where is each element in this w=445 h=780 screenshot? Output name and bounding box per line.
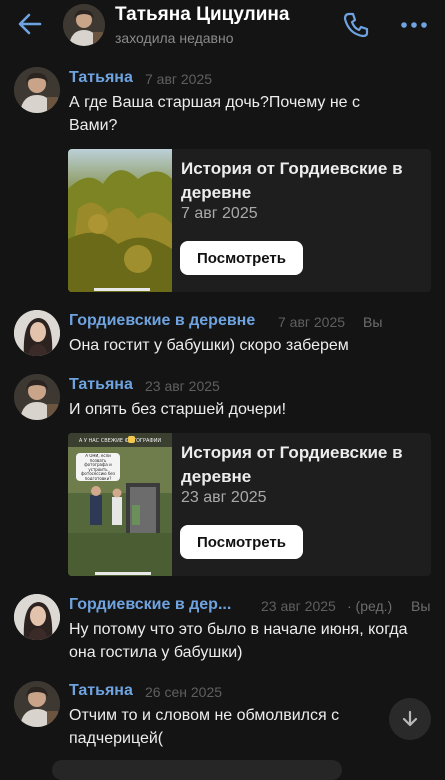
story-date: 7 авг 2025	[181, 205, 258, 222]
back-arrow-icon	[18, 13, 42, 35]
message-text: Отчим то и словом не обмолвился с падчер…	[69, 707, 340, 747]
phone-icon	[343, 12, 369, 38]
contact-name[interactable]: Татьяна Цицулина	[115, 4, 289, 26]
story-title: История от Гордиевские в деревне	[181, 443, 403, 486]
sender-name[interactable]: Татьяна	[69, 682, 133, 700]
story-image	[68, 149, 172, 292]
contact-status: заходила недавно	[115, 30, 234, 46]
you-label: Вы	[363, 314, 383, 330]
sender-name[interactable]: Татьяна	[69, 376, 133, 394]
message-date: 23 авг 2025	[145, 378, 220, 394]
sender-avatar[interactable]	[14, 374, 60, 420]
story-card[interactable]: А У НАС СВЕЖИЕ ФОТОГРАФИИ А ОНИ, если по…	[68, 433, 431, 576]
message-text: Ну потому что это было в начале июня, ко…	[69, 621, 408, 661]
message-input[interactable]	[52, 760, 342, 780]
you-label: Вы	[411, 598, 431, 614]
avatar-photo	[63, 4, 105, 46]
story-title: История от Гордиевские в деревне	[181, 159, 403, 202]
more-dots-icon	[401, 22, 427, 28]
avatar-photo	[14, 681, 60, 727]
chevron-down-icon	[402, 710, 418, 727]
message-text: Она гостит у бабушки) скоро заберем	[69, 337, 349, 354]
chat-header: Татьяна Цицулина заходила недавно	[0, 0, 445, 50]
scroll-down-button[interactable]	[389, 698, 431, 740]
message-text: А где Ваша старшая дочь?Почему не с Вами…	[69, 94, 360, 134]
more-button[interactable]	[398, 9, 430, 41]
avatar-photo	[14, 594, 60, 640]
avatar-photo	[14, 310, 60, 356]
sender-avatar[interactable]	[14, 67, 60, 113]
sender-avatar[interactable]	[14, 681, 60, 727]
avatar-photo	[14, 374, 60, 420]
message-date: 7 авг 2025	[145, 71, 213, 87]
thumb-caption-top: А У НАС СВЕЖИЕ ФОТОГРАФИИ	[79, 438, 162, 444]
story-image: А У НАС СВЕЖИЕ ФОТОГРАФИИ А ОНИ, если по…	[68, 433, 172, 576]
sender-name[interactable]: Гордиевские в дер...	[69, 596, 231, 614]
contact-avatar[interactable]	[63, 4, 105, 46]
story-thumbnail[interactable]: А У НАС СВЕЖИЕ ФОТОГРАФИИ А ОНИ, если по…	[68, 433, 172, 576]
avatar-photo	[14, 67, 60, 113]
call-button[interactable]	[340, 9, 372, 41]
story-date: 23 авг 2025	[181, 489, 267, 506]
story-card[interactable]: История от Гордиевские в деревне 7 авг 2…	[68, 149, 431, 292]
sender-name[interactable]: Татьяна	[69, 69, 133, 87]
message-date: 23 авг 2025	[261, 598, 336, 614]
message-text: И опять без старшей дочери!	[69, 401, 287, 418]
view-story-button[interactable]: Посмотреть	[180, 525, 303, 559]
back-button[interactable]	[14, 8, 46, 40]
sender-name[interactable]: Гордиевские в деревне	[69, 312, 255, 330]
message-date: 7 авг 2025	[278, 314, 346, 330]
thumb-caption-bubble: А ОНИ, если позвать фотографа и устроить…	[81, 454, 115, 480]
sender-avatar[interactable]	[14, 594, 60, 640]
sender-avatar[interactable]	[14, 310, 60, 356]
edited-label: · (ред.)	[347, 598, 393, 614]
story-thumbnail[interactable]	[68, 149, 172, 292]
view-story-button[interactable]: Посмотреть	[180, 241, 303, 275]
message-date: 26 сен 2025	[145, 684, 223, 700]
